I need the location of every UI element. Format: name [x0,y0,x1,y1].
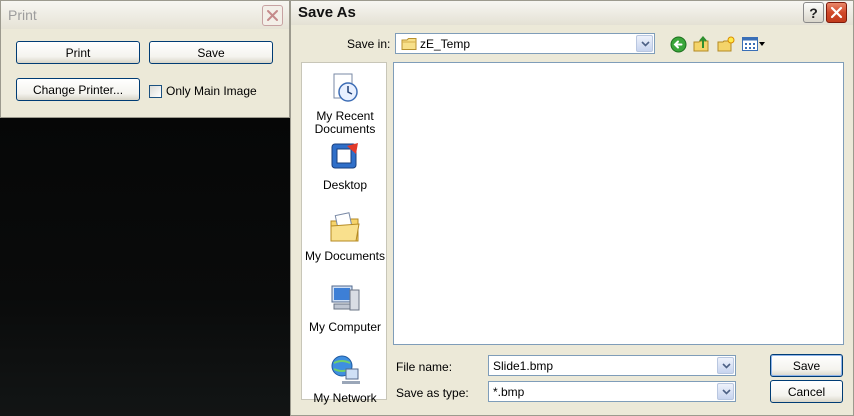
print-close-button[interactable] [262,5,283,26]
chevron-down-icon [722,389,731,395]
save-in-dropdown[interactable]: zE_Temp [395,33,655,54]
save-as-titlebar[interactable]: Save As ? [291,1,853,25]
back-button[interactable] [669,35,687,53]
close-icon [267,10,278,21]
place-label: My Network [313,391,377,405]
save-button[interactable]: Save [149,41,273,64]
save-as-type-label: Save as type: [396,386,469,400]
only-main-image-checkbox[interactable] [149,84,162,98]
save-as-dialog: Save As ? Save in: zE_Temp My Recent Doc… [290,0,854,416]
only-main-image-label: Only Main Image [166,84,257,98]
chevron-down-icon [722,363,731,369]
new-folder-icon [717,36,735,51]
place-my-network[interactable]: My Network [302,353,388,405]
help-button[interactable]: ? [803,2,824,23]
save-in-dropdown-arrow[interactable] [636,35,653,52]
dialog-cancel-button[interactable]: Cancel [770,380,843,403]
save-in-label: Save in: [347,37,391,51]
place-my-documents[interactable]: My Documents [302,211,388,263]
up-one-level-button[interactable] [693,35,711,53]
back-icon [670,36,686,52]
save-in-value: zE_Temp [420,37,471,51]
save-as-type-value: *.bmp [493,385,525,399]
places-bar: My Recent Documents Desktop My Documents [301,62,388,405]
close-icon [830,6,843,19]
chevron-down-icon [758,42,765,46]
my-computer-icon [331,285,360,311]
folder-icon [401,38,417,50]
file-name-dropdown-arrow[interactable] [717,357,734,374]
chevron-down-icon [641,41,650,47]
up-folder-icon [693,35,709,51]
save-as-close-button[interactable] [826,2,847,23]
print-dialog-title: Print [8,7,37,23]
views-menu-icon [741,37,758,51]
print-button[interactable]: Print [16,41,140,64]
place-label: Desktop [322,178,368,192]
help-icon: ? [809,4,818,21]
change-printer-button[interactable]: Change Printer... [16,78,140,101]
dialog-save-button[interactable]: Save [770,354,843,377]
save-as-title: Save As [298,4,356,21]
print-dialog-titlebar[interactable]: Print [1,1,289,29]
save-as-type-dropdown[interactable]: *.bmp [488,381,736,402]
place-my-recent-documents[interactable]: My Recent Documents [302,71,388,136]
my-network-icon [331,355,360,384]
place-label: My Computer [308,320,382,334]
only-main-image-option[interactable]: Only Main Image [149,83,257,99]
place-my-computer[interactable]: My Computer [302,282,388,334]
navigation-toolbar [669,33,765,55]
file-list[interactable] [393,62,844,345]
save-as-type-dropdown-arrow[interactable] [717,383,734,400]
place-label-line2: Documents [314,122,376,136]
file-name-input[interactable]: Slide1.bmp [488,355,736,376]
my-documents-icon [330,212,360,242]
save-as-body: Save in: zE_Temp My Recent Documents Des… [294,25,850,413]
views-menu-button[interactable] [741,35,765,53]
file-name-label: File name: [396,360,453,374]
new-folder-button[interactable] [717,35,735,53]
desktop-icon [331,143,358,169]
place-label: My Documents [304,249,386,263]
desktop-background [0,117,292,416]
file-name-value: Slide1.bmp [493,359,554,373]
place-desktop[interactable]: Desktop [302,140,388,192]
recent-documents-icon [333,73,358,102]
print-dialog: Print Print Save Change Printer... Only … [0,0,290,118]
